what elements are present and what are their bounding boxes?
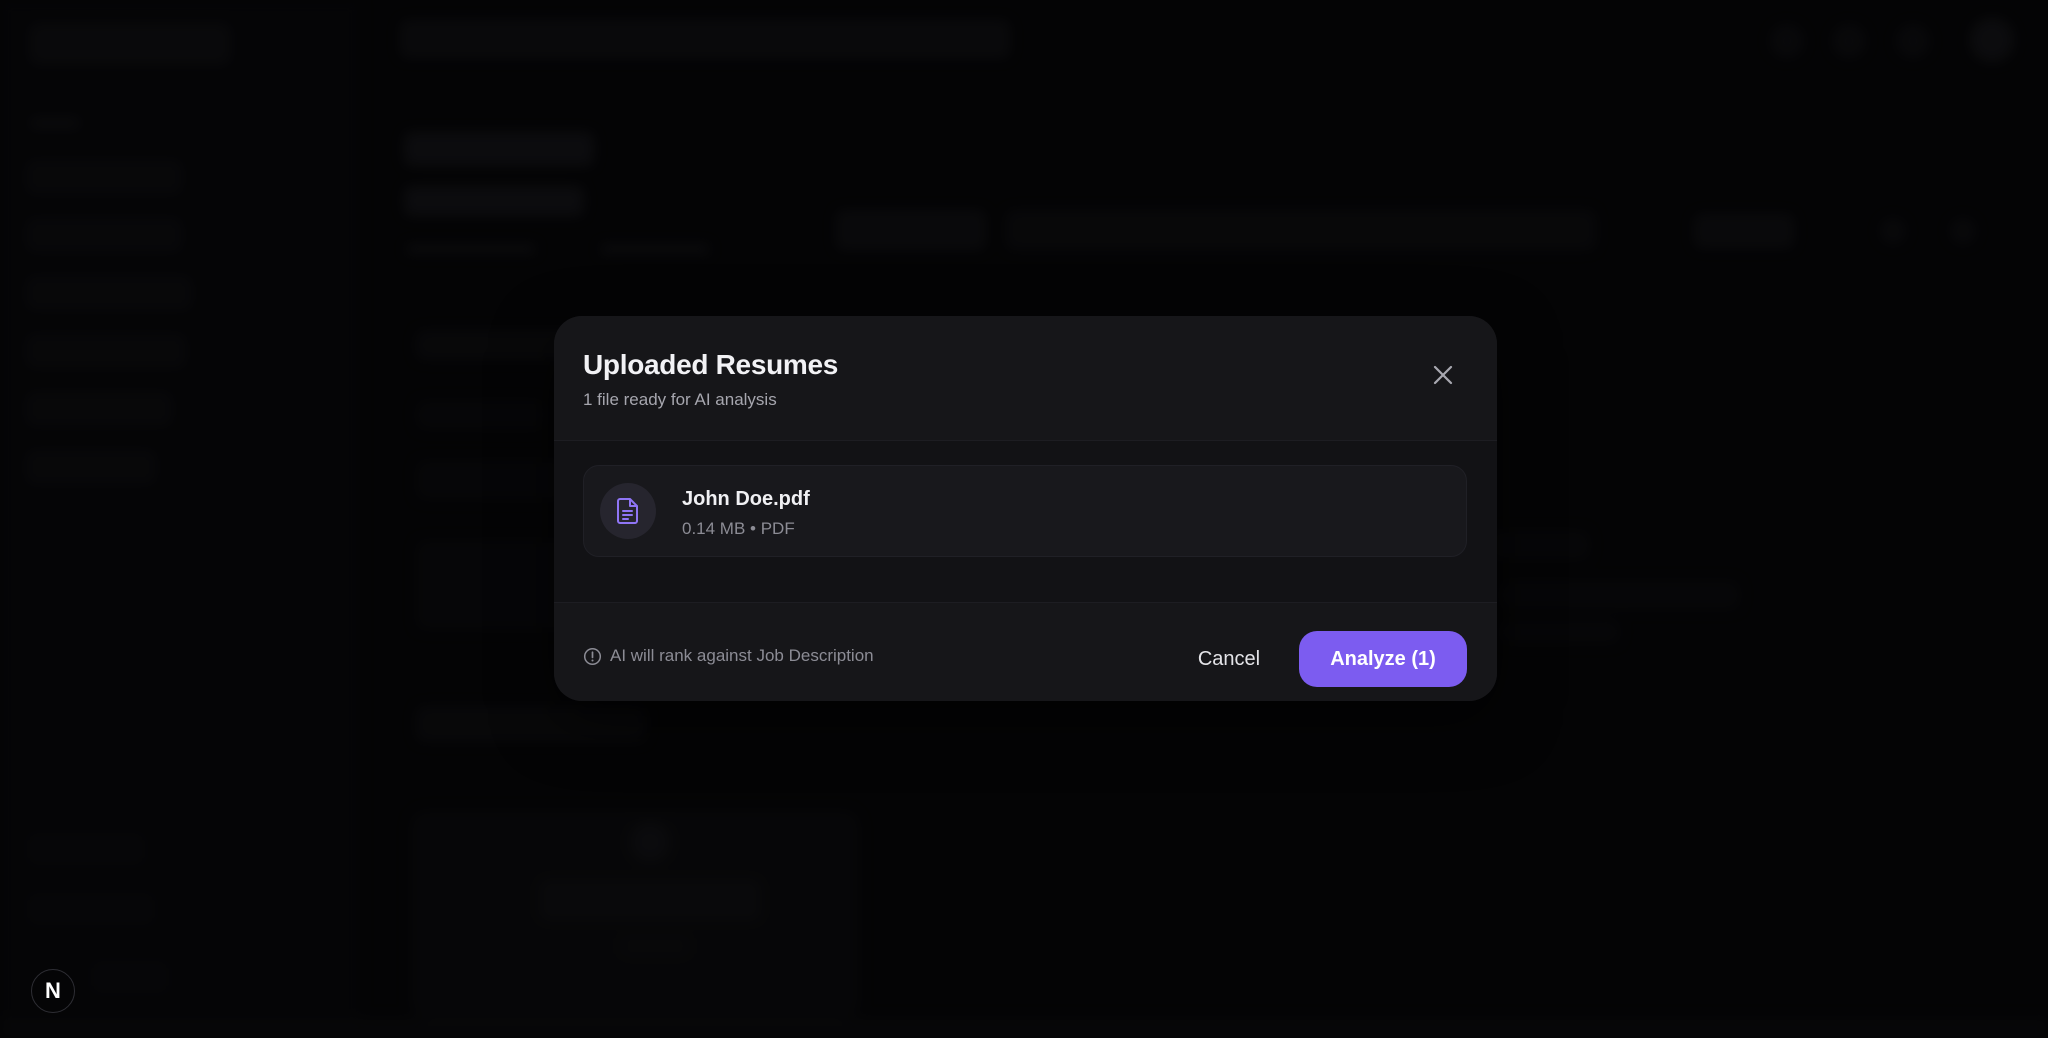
file-name: John Doe.pdf <box>682 488 810 510</box>
close-button[interactable] <box>1429 361 1457 389</box>
document-icon <box>617 498 638 524</box>
file-list-item[interactable]: John Doe.pdf 0.14 MB • PDF <box>583 465 1467 557</box>
cancel-button[interactable]: Cancel <box>1184 631 1274 687</box>
dialog-subtitle: 1 file ready for AI analysis <box>583 390 777 409</box>
dialog-footer: AI will rank against Job Description Can… <box>554 603 1497 701</box>
ai-ranking-note-text: AI will rank against Job Description <box>610 646 874 665</box>
info-circle-icon <box>583 647 602 665</box>
ai-ranking-note: AI will rank against Job Description <box>583 646 874 666</box>
dialog-header: Uploaded Resumes 1 file ready for AI ana… <box>554 316 1497 440</box>
uploaded-resumes-dialog: Uploaded Resumes 1 file ready for AI ana… <box>554 316 1497 701</box>
file-icon-container <box>600 483 656 539</box>
next-dev-badge[interactable]: N <box>31 969 75 1013</box>
analyze-button[interactable]: Analyze (1) <box>1299 631 1467 687</box>
dialog-title: Uploaded Resumes <box>583 349 839 380</box>
dialog-body: John Doe.pdf 0.14 MB • PDF <box>554 440 1497 603</box>
close-icon <box>1433 365 1453 385</box>
file-meta: 0.14 MB • PDF <box>682 519 795 538</box>
